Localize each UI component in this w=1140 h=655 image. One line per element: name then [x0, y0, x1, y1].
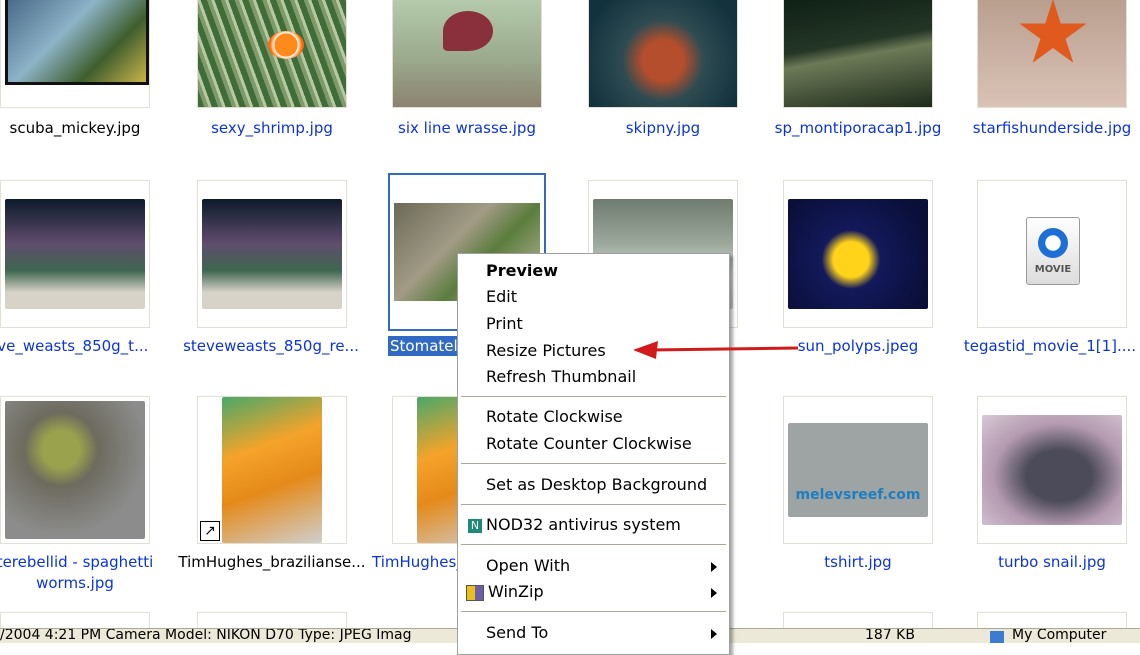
file-caption[interactable]: sun_polyps.jpeg: [783, 336, 933, 356]
menu-separator: [461, 396, 726, 397]
thumbnail-scuba-mickey[interactable]: [0, 0, 150, 108]
thumbnail-six-line-wrasse[interactable]: [392, 0, 542, 108]
file-caption[interactable]: sp_montiporacap1.jpg: [772, 118, 944, 138]
thumbnail-steveweasts-850g-re[interactable]: [197, 180, 347, 328]
thumbnail-terebellid[interactable]: [0, 396, 150, 544]
file-caption[interactable]: sexy_shrimp.jpg: [197, 118, 347, 138]
file-caption[interactable]: tegastid_movie_1[1]....: [960, 336, 1140, 356]
menu-item-set-desktop-background[interactable]: Set as Desktop Background: [458, 472, 729, 498]
submenu-arrow-icon: [711, 562, 717, 572]
thumbnail-steve-weasts-850g-t[interactable]: [0, 180, 150, 328]
menu-separator: [461, 504, 726, 505]
winzip-icon: [466, 584, 484, 601]
shirt-print-text: melevsreef.com: [795, 487, 921, 503]
menu-item-preview[interactable]: Preview: [458, 258, 729, 284]
menu-separator: [461, 611, 726, 612]
thumbnail-turbo-snail[interactable]: [977, 396, 1127, 544]
menu-item-open-with[interactable]: Open With: [458, 553, 729, 579]
thumbnail-sp-montiporacap1[interactable]: [783, 0, 933, 108]
menu-item-label: Send To: [486, 623, 549, 642]
menu-item-rotate-counter-clockwise[interactable]: Rotate Counter Clockwise: [458, 431, 729, 457]
file-caption[interactable]: scuba_mickey.jpg: [0, 118, 150, 138]
thumbnail-timhughes-braziliansea[interactable]: ↗: [197, 396, 347, 544]
file-caption[interactable]: tshirt.jpg: [783, 552, 933, 572]
menu-item-resize-pictures[interactable]: Resize Pictures: [458, 338, 729, 364]
computer-icon: [990, 631, 1004, 643]
quicktime-icon: [1038, 228, 1068, 258]
menu-separator: [461, 463, 726, 464]
menu-separator: [461, 544, 726, 545]
menu-item-label: WinZip: [488, 582, 544, 601]
menu-item-label: Open With: [486, 556, 571, 575]
file-caption[interactable]: six line wrasse.jpg: [392, 118, 542, 138]
file-caption-selected[interactable]: Stomatel: [388, 336, 458, 356]
status-zone: My Computer: [1012, 628, 1107, 643]
file-caption[interactable]: eve_weasts_850g_t...: [0, 336, 168, 356]
status-details: /2004 4:21 PM Camera Model: NIKON D70 Ty…: [0, 628, 412, 643]
file-caption[interactable]: worms.jpg: [0, 573, 150, 593]
file-caption[interactable]: TimHughes_: [372, 552, 464, 572]
menu-item-refresh-thumbnail[interactable]: Refresh Thumbnail: [458, 364, 729, 390]
file-caption[interactable]: terebellid - spaghetti: [0, 552, 156, 572]
movie-file-icon: MOVIE: [1026, 217, 1080, 285]
menu-item-rotate-clockwise[interactable]: Rotate Clockwise: [458, 404, 729, 430]
submenu-arrow-icon: [711, 629, 717, 639]
menu-item-send-to[interactable]: Send To: [458, 620, 729, 646]
file-caption[interactable]: TimHughes_braziliansе...: [176, 552, 368, 572]
menu-item-print[interactable]: Print: [458, 311, 729, 337]
thumbnail-starfishunderside[interactable]: [977, 0, 1127, 108]
menu-item-label: NOD32 antivirus system: [486, 515, 681, 534]
menu-item-nod32[interactable]: N NOD32 antivirus system: [458, 512, 729, 538]
thumbnail-tshirt[interactable]: melevsreef.com: [783, 396, 933, 544]
file-caption[interactable]: starfishunderside.jpg: [966, 118, 1138, 138]
thumbnail-skipny[interactable]: [588, 0, 738, 108]
shortcut-arrow-icon: ↗: [200, 521, 220, 541]
file-caption[interactable]: turbo snail.jpg: [977, 552, 1127, 572]
nod32-icon: N: [468, 518, 482, 533]
menu-item-edit[interactable]: Edit: [458, 284, 729, 310]
file-caption[interactable]: steveweasts_850g_re...: [176, 336, 366, 356]
movie-label: MOVIE: [1034, 264, 1072, 275]
thumbnail-sun-polyps[interactable]: [783, 180, 933, 328]
submenu-arrow-icon: [711, 588, 717, 598]
menu-item-winzip[interactable]: WinZip: [458, 579, 729, 605]
context-menu: Preview Edit Print Resize Pictures Refre…: [457, 253, 730, 655]
file-caption[interactable]: skipny.jpg: [588, 118, 738, 138]
thumbnail-sexy-shrimp[interactable]: [197, 0, 347, 108]
status-size: 187 KB: [865, 628, 915, 643]
thumbnail-tegastid-movie[interactable]: MOVIE: [977, 180, 1127, 328]
